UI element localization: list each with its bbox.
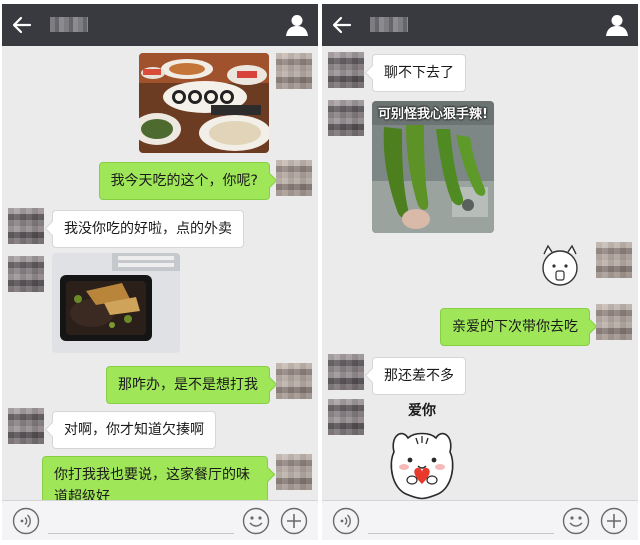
- contact-avatar[interactable]: [328, 354, 364, 390]
- my-avatar[interactable]: [276, 53, 312, 89]
- received-message-bubble[interactable]: 聊不下去了: [372, 54, 466, 92]
- message-list[interactable]: 聊不下去了 可别怪我心狠手辣! 亲爱的下次带你去吃 那还差不多 爱你: [322, 46, 638, 500]
- message-list[interactable]: 我今天吃的这个，你呢? 我没你吃的好啦，点的外卖 那咋办，是不是想打我 对啊，你…: [2, 46, 318, 500]
- back-arrow-icon[interactable]: [328, 11, 356, 39]
- received-photo-takeout[interactable]: [52, 253, 180, 353]
- sent-photo-dinner[interactable]: [139, 53, 269, 153]
- profile-icon[interactable]: [604, 12, 630, 38]
- input-toolbar: [2, 500, 318, 540]
- emoji-icon[interactable]: [562, 507, 590, 535]
- sent-message-bubble[interactable]: 亲爱的下次带你去吃: [440, 308, 590, 346]
- contact-name-blurred: [370, 17, 408, 32]
- emoji-icon[interactable]: [242, 507, 270, 535]
- contact-avatar[interactable]: [8, 256, 44, 292]
- contact-avatar[interactable]: [328, 399, 364, 435]
- voice-icon[interactable]: [12, 507, 40, 535]
- sent-message-bubble[interactable]: 那咋办，是不是想打我: [106, 366, 270, 404]
- voice-icon[interactable]: [332, 507, 360, 535]
- profile-icon[interactable]: [284, 12, 310, 38]
- left-chat-screen: 我今天吃的这个，你呢? 我没你吃的好啦，点的外卖 那咋办，是不是想打我 对啊，你…: [2, 4, 318, 540]
- contact-avatar[interactable]: [8, 208, 44, 244]
- sent-message-bubble[interactable]: 我今天吃的这个，你呢?: [98, 162, 270, 200]
- plus-icon[interactable]: [280, 507, 308, 535]
- received-sticker-cat[interactable]: 爱你: [382, 400, 462, 500]
- title-bar: [322, 4, 638, 46]
- right-chat-screen: 聊不下去了 可别怪我心狠手辣! 亲爱的下次带你去吃 那还差不多 爱你: [322, 4, 638, 540]
- contact-name-blurred: [50, 17, 88, 32]
- title-bar: [2, 4, 318, 46]
- my-avatar[interactable]: [276, 363, 312, 399]
- sent-message-bubble[interactable]: 你打我我也要说，这家餐厅的味道超级好: [42, 456, 268, 500]
- sticker-caption: 可别怪我心狠手辣!: [378, 107, 488, 122]
- my-avatar[interactable]: [276, 160, 312, 196]
- input-toolbar: [322, 500, 638, 540]
- received-sticker-peppers[interactable]: 可别怪我心狠手辣!: [372, 101, 494, 233]
- sticker-caption: 爱你: [408, 403, 436, 419]
- my-avatar[interactable]: [276, 454, 312, 490]
- received-message-bubble[interactable]: 我没你吃的好啦，点的外卖: [52, 210, 244, 248]
- received-message-bubble[interactable]: 那还差不多: [372, 357, 466, 395]
- back-arrow-icon[interactable]: [8, 11, 36, 39]
- message-input[interactable]: [368, 533, 554, 534]
- contact-avatar[interactable]: [8, 408, 44, 444]
- contact-avatar[interactable]: [328, 100, 364, 136]
- contact-avatar[interactable]: [328, 52, 364, 88]
- message-input[interactable]: [48, 533, 234, 534]
- received-message-bubble[interactable]: 对啊，你才知道欠揍啊: [52, 411, 216, 449]
- my-avatar[interactable]: [596, 304, 632, 340]
- plus-icon[interactable]: [600, 507, 628, 535]
- sent-sticker-face[interactable]: [538, 244, 582, 288]
- my-avatar[interactable]: [596, 242, 632, 278]
